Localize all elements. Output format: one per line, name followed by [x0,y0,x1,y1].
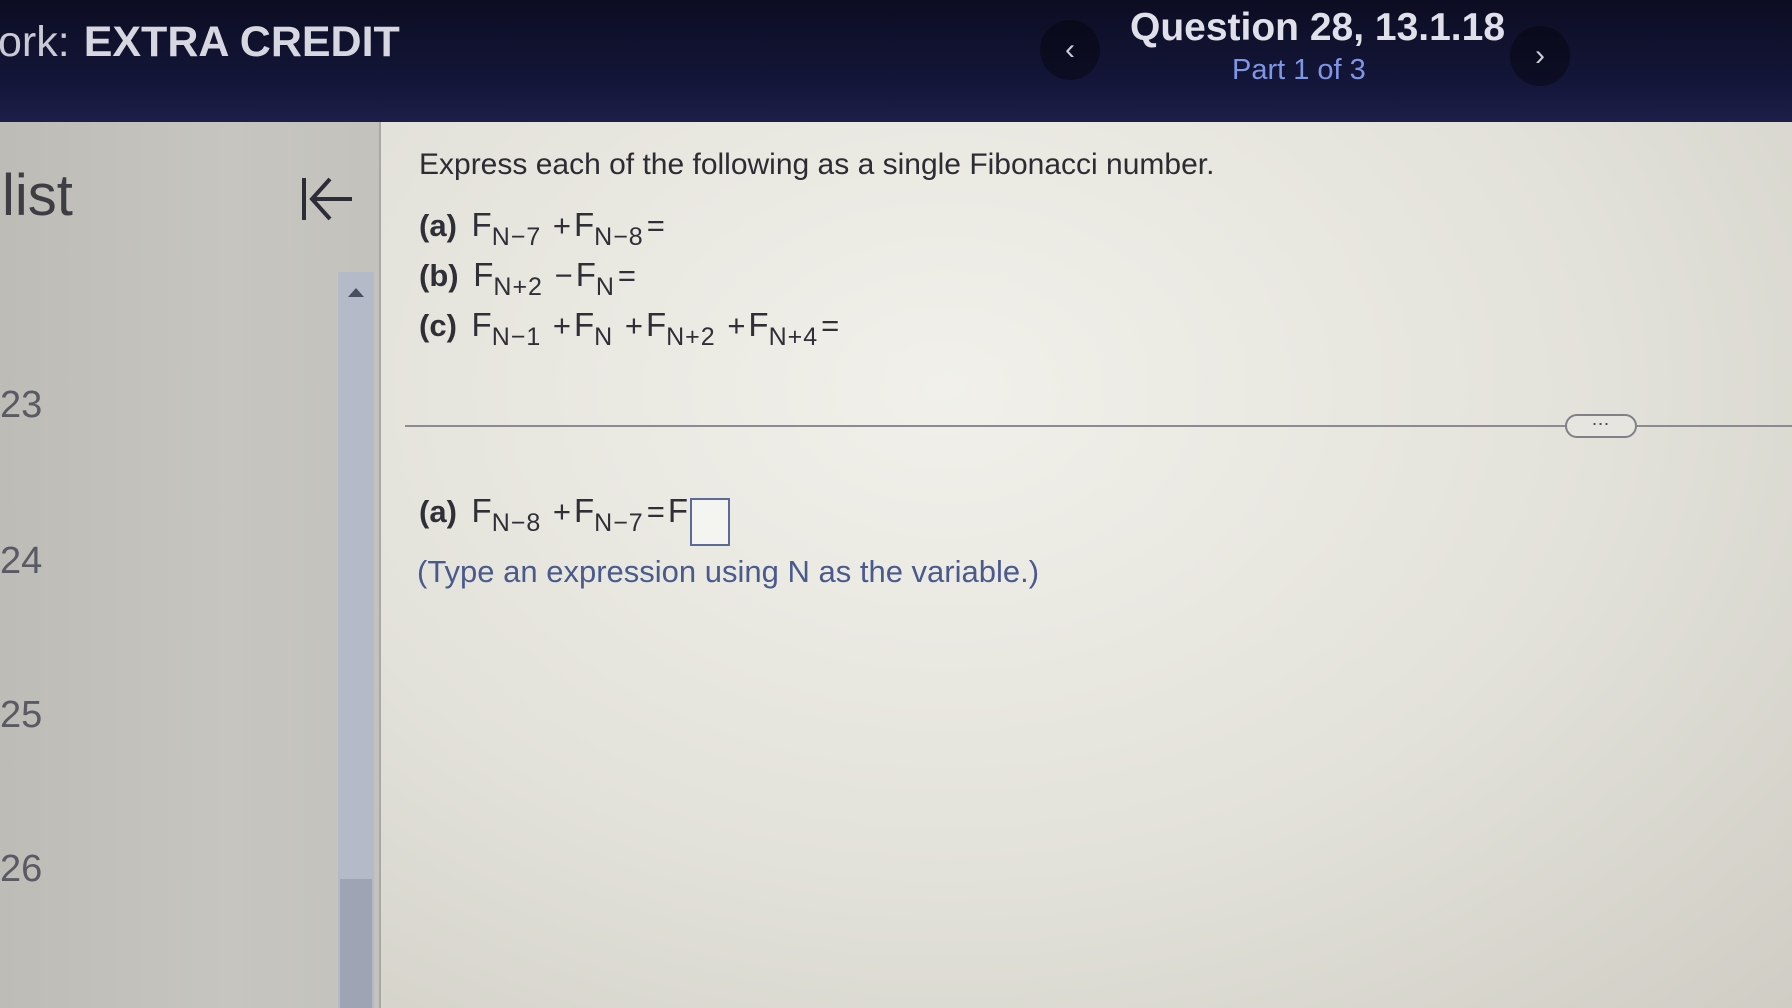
part-label: (b) [419,258,459,293]
sidebar-item-23[interactable]: 23 [0,384,42,427]
header-bar: ork: EXTRA CREDIT ‹ Question 28, 13.1.18 … [0,0,1792,122]
problem-part-b: (b) FN+2 −FN= [419,256,639,302]
question-prompt: Express each of the following as a singl… [419,148,1215,181]
fib-subscript: N+4 [768,323,819,351]
sidebar-title: list [2,163,73,228]
part-label: (a) [419,208,457,243]
homework-prefix: ork: [0,18,70,66]
fib-symbol: F [473,256,494,293]
operator: + [552,494,571,529]
equals-sign: = [821,308,840,343]
part-label: (a) [419,494,457,529]
equals-sign: = [646,494,665,529]
fib-subscript: N [594,323,614,351]
operator: + [727,308,746,343]
sidebar-item-26[interactable]: 26 [0,848,42,891]
operator: + [552,308,571,343]
collapse-sidebar-button[interactable] [290,164,360,234]
problem-part-a: (a) FN−7 +FN−8= [419,206,668,252]
equals-sign: = [646,208,665,243]
previous-question-button[interactable]: ‹ [1040,20,1100,80]
ellipsis-icon: ⋯ [1591,414,1611,434]
more-options-button[interactable]: ⋯ [1565,414,1637,438]
part-label: (c) [419,308,457,343]
homework-title: ork: EXTRA CREDIT [0,18,400,67]
answer-subscript-input[interactable] [690,498,730,546]
fib-subscript: N−7 [594,509,644,537]
question-title: Question 28, 13.1.18 [1130,6,1506,49]
question-list-sidebar: list 23 24 25 26 [0,122,380,1008]
fib-subscript: N−7 [491,223,542,251]
homework-name: EXTRA CREDIT [83,18,400,66]
fib-subscript: N+2 [666,323,716,351]
collapse-left-icon [302,177,352,221]
answer-hint: (Type an expression using N as the varia… [417,554,1040,589]
fib-symbol: F [667,492,688,529]
scroll-up-arrow-icon[interactable] [348,288,364,297]
sidebar-item-24[interactable]: 24 [0,540,42,583]
fib-subscript: N−8 [491,509,542,537]
chevron-left-icon: ‹ [1065,33,1075,66]
scrollbar-thumb[interactable] [340,879,372,1008]
fib-subscript: N−8 [594,223,644,251]
fib-subscript: N−1 [491,323,542,351]
fib-symbol: F [573,492,595,529]
next-question-button[interactable]: › [1510,26,1570,86]
problem-part-c: (c) FN−1 +FN +FN+2 +FN+4= [419,306,842,352]
operator: + [552,208,571,243]
fib-symbol: F [575,256,596,293]
question-content: Express each of the following as a singl… [381,122,1792,1008]
sidebar-item-25[interactable]: 25 [0,694,42,737]
question-part: Part 1 of 3 [1232,54,1366,86]
fib-subscript: N+2 [493,273,543,301]
fib-symbol: F [471,206,492,243]
fib-symbol: F [573,306,595,343]
fib-symbol: F [471,306,492,343]
fib-symbol: F [471,492,492,529]
answer-part-a: (a) FN−8 +FN−7=F [419,492,730,546]
fib-symbol: F [748,306,769,343]
fib-symbol: F [573,206,595,243]
operator: − [554,258,573,293]
operator: + [624,308,643,343]
chevron-right-icon: › [1535,39,1545,72]
equals-sign: = [617,258,637,293]
fib-subscript: N [595,273,615,301]
fib-symbol: F [645,306,667,343]
